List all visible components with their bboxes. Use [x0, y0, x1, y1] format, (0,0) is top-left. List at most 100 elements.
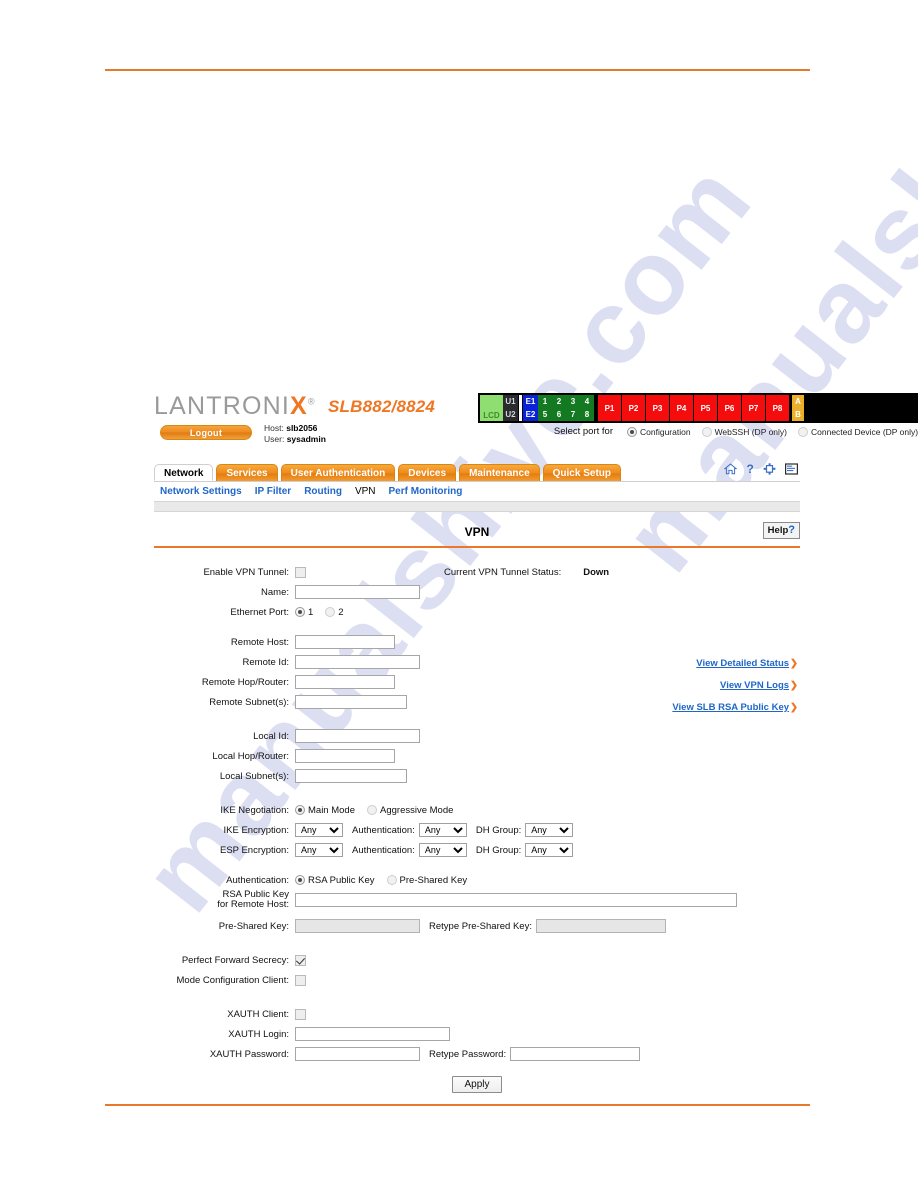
power-port-p2[interactable]: P2: [622, 395, 645, 421]
device-port-3[interactable]: 3: [566, 395, 580, 408]
svg-text:?: ?: [747, 463, 754, 475]
local-id-input[interactable]: [295, 729, 420, 743]
uplink-u1[interactable]: U1: [503, 395, 518, 408]
retype-pre-shared-key-input[interactable]: [535, 919, 666, 933]
perfect-forward-secrecy-checkbox[interactable]: [295, 954, 306, 966]
radio-connected-device-icon[interactable]: [798, 426, 808, 437]
ike-dh-group-select[interactable]: Any: [525, 823, 574, 837]
esp-authentication-select[interactable]: Any: [418, 843, 467, 857]
ike-encryption-label: IKE Encryption:: [223, 824, 289, 836]
tab-network[interactable]: Network: [154, 464, 214, 481]
rsa-public-key-label-line2: for Remote Host:: [217, 899, 289, 910]
subnav-ip-filter[interactable]: IP Filter: [255, 486, 292, 497]
power-supply-b[interactable]: B: [792, 408, 804, 421]
view-vpn-logs-link[interactable]: View VPN Logs❯: [498, 680, 798, 691]
rsa-public-key-radio[interactable]: [295, 875, 305, 885]
chevron-right-icon: ❯: [790, 702, 798, 713]
radio-option-configuration[interactable]: Configuration: [624, 426, 691, 437]
remote-subnets-input[interactable]: [295, 695, 407, 709]
ike-authentication-label: Authentication:: [352, 824, 415, 836]
retype-password-input[interactable]: [510, 1047, 641, 1061]
lcd-indicator[interactable]: LCD: [480, 395, 503, 421]
row-name: Name:: [154, 582, 800, 602]
ethernet-e1[interactable]: E1: [523, 395, 538, 408]
device-port-6[interactable]: 6: [552, 408, 566, 421]
uplink-u2[interactable]: U2: [503, 408, 518, 421]
xauth-password-input[interactable]: [295, 1047, 420, 1061]
apply-button[interactable]: Apply: [452, 1076, 502, 1093]
esp-dh-group-select[interactable]: Any: [525, 843, 574, 857]
device-port-7[interactable]: 7: [566, 408, 580, 421]
device-port-4[interactable]: 4: [580, 395, 594, 408]
power-port-p7[interactable]: P7: [742, 395, 765, 421]
esp-encryption-select[interactable]: Any: [295, 843, 343, 857]
tab-user-authentication[interactable]: User Authentication: [280, 464, 396, 481]
device-port-2[interactable]: 2: [552, 395, 566, 408]
rsa-public-key-input[interactable]: [295, 893, 737, 907]
ethernet-e2[interactable]: E2: [523, 408, 538, 421]
ike-authentication-select[interactable]: Any: [418, 823, 467, 837]
aggressive-mode-label: Aggressive Mode: [380, 804, 454, 816]
view-detailed-status-link[interactable]: View Detailed Status❯: [498, 658, 798, 669]
logs-icon[interactable]: [785, 462, 799, 480]
power-port-p5[interactable]: P5: [694, 395, 717, 421]
radio-webssh-icon[interactable]: [701, 426, 712, 437]
tab-quick-setup[interactable]: Quick Setup: [542, 464, 621, 481]
ike-encryption-select[interactable]: Any: [295, 823, 343, 837]
perfect-forward-secrecy-label: Perfect Forward Secrecy:: [181, 954, 289, 966]
row-xauth-password: XAUTH Password: Retype Password:: [154, 1044, 800, 1064]
help-button[interactable]: Help?: [762, 522, 800, 539]
power-port-p3[interactable]: P3: [646, 395, 669, 421]
main-mode-radio[interactable]: [295, 805, 305, 815]
view-slb-rsa-public-key-link[interactable]: View SLB RSA Public Key❯: [498, 702, 798, 713]
device-port-8[interactable]: 8: [580, 408, 594, 421]
local-subnets-input[interactable]: [295, 769, 407, 783]
chevron-right-icon: ❯: [790, 658, 798, 669]
expand-icon[interactable]: [763, 462, 776, 480]
mode-configuration-client-checkbox[interactable]: [295, 974, 306, 986]
radio-option-connected-device[interactable]: Connected Device (DP only): [795, 426, 918, 437]
row-ethernet-port: Ethernet Port: 1 2: [154, 602, 800, 622]
tab-services[interactable]: Services: [216, 464, 278, 481]
subnav-routing[interactable]: Routing: [304, 486, 342, 497]
remote-host-input[interactable]: [295, 635, 395, 649]
enable-vpn-tunnel-checkbox[interactable]: [295, 566, 306, 578]
radio-option-webssh[interactable]: WebSSH (DP only): [699, 426, 787, 437]
power-port-p6[interactable]: P6: [718, 395, 741, 421]
local-hop-router-label: Local Hop/Router:: [212, 750, 289, 762]
row-ike-crypto: IKE Encryption: Any Authentication: Any …: [154, 820, 800, 840]
power-port-p1[interactable]: P1: [598, 395, 621, 421]
subnav-perf-monitoring[interactable]: Perf Monitoring: [389, 486, 463, 497]
ethernet-port-1-radio[interactable]: [295, 607, 305, 617]
aggressive-mode-radio[interactable]: [367, 805, 377, 815]
device-port-5[interactable]: 5: [538, 408, 552, 421]
ike-dh-group-label: DH Group:: [475, 824, 522, 836]
device-port-1[interactable]: 1: [538, 395, 552, 408]
host-label: Host:: [264, 423, 284, 433]
tab-maintenance[interactable]: Maintenance: [459, 464, 540, 481]
pre-shared-key-radio[interactable]: [386, 875, 397, 885]
pre-shared-key-input[interactable]: [295, 919, 420, 933]
help-icon[interactable]: ?: [746, 462, 754, 480]
name-label: Name:: [261, 586, 289, 598]
page-header-rule: [105, 69, 810, 71]
tunnel-status-label: Current VPN Tunnel Status:: [444, 566, 562, 578]
radio-configuration-icon[interactable]: [627, 426, 637, 437]
logout-button[interactable]: Logout: [160, 425, 252, 440]
power-port-p4[interactable]: P4: [670, 395, 693, 421]
remote-id-input[interactable]: [295, 655, 420, 669]
name-input[interactable]: [295, 585, 420, 599]
power-port-p8[interactable]: P8: [766, 395, 789, 421]
power-supply-a[interactable]: A: [792, 395, 804, 408]
home-icon[interactable]: [723, 462, 738, 480]
subnav-network-settings[interactable]: Network Settings: [160, 486, 242, 497]
xauth-login-input[interactable]: [295, 1027, 450, 1041]
local-hop-router-input[interactable]: [295, 749, 395, 763]
ethernet-port-2-radio[interactable]: [325, 607, 336, 617]
subnav-vpn[interactable]: VPN: [355, 486, 376, 497]
tab-devices[interactable]: Devices: [398, 464, 457, 481]
remote-hop-router-input[interactable]: [295, 675, 395, 689]
xauth-client-checkbox[interactable]: [295, 1008, 306, 1020]
